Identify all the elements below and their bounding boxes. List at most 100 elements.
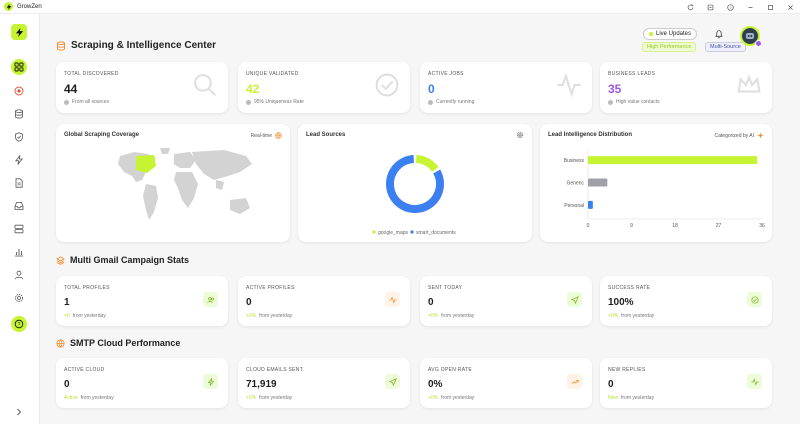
stat-card-active-jobs: ACTIVE JOBS 0 Currently running — [420, 62, 592, 113]
card-label: ACTIVE CLOUD — [64, 367, 105, 373]
performance-badge: High Performance — [642, 42, 697, 52]
card-change: +0% — [608, 313, 619, 319]
app-logo-icon — [4, 2, 13, 11]
send-icon — [385, 374, 400, 389]
card-label: TOTAL PROFILES — [64, 285, 110, 291]
gmail-section-title-text: Multi Gmail Campaign Stats — [70, 255, 190, 265]
card-label: NEW REPLIES — [608, 367, 646, 373]
card-label: CLOUD EMAILS SENT — [246, 367, 304, 373]
card-sub: from yesterday — [80, 395, 114, 401]
expand-chevron-icon[interactable] — [10, 403, 28, 421]
card-value: 0 — [64, 379, 70, 390]
close-button[interactable] — [780, 0, 800, 14]
pulse-watermark-icon — [557, 72, 581, 98]
title-bar: GrowZen ? — [0, 0, 800, 14]
lightning-icon[interactable] — [10, 151, 28, 169]
card-value: 0% — [428, 379, 443, 390]
analytics-icon[interactable] — [10, 243, 28, 261]
server-icon[interactable] — [10, 220, 28, 238]
card-change: +0% — [428, 313, 439, 319]
stat-card-business-leads: BUSINESS LEADS 35 High value contacts — [600, 62, 772, 113]
maximize-button[interactable] — [760, 0, 780, 14]
card-change: +0% — [246, 395, 257, 401]
check-circle-icon — [747, 292, 762, 307]
bar-Personal[interactable] — [588, 200, 593, 209]
help-circle-icon[interactable]: ? — [11, 316, 27, 332]
stat-value: 42 — [246, 82, 260, 96]
trending-up-icon — [567, 374, 582, 389]
card-label: ACTIVE PROFILES — [246, 285, 295, 291]
donut-slice-google_maps[interactable] — [415, 155, 439, 172]
gmail-section-title: Multi Gmail Campaign Stats — [56, 255, 189, 265]
x-tick-label: 27 — [716, 223, 722, 229]
stat-value: 0 — [428, 82, 435, 96]
card-label: SENT TODAY — [428, 285, 463, 291]
user-icon[interactable] — [10, 266, 28, 284]
category-label: Business — [564, 158, 585, 164]
stat-label: ACTIVE JOBS — [428, 71, 464, 77]
settings-icon[interactable] — [10, 289, 28, 307]
coverage-title: Global Scraping Coverage — [64, 132, 140, 138]
dashboard-icon[interactable] — [11, 59, 27, 75]
card-sub: from yesterday — [621, 313, 655, 319]
help-icon[interactable]: ? — [720, 0, 740, 14]
card-sub: from yesterday — [621, 395, 655, 401]
crown-watermark-icon — [737, 74, 761, 93]
x-tick-label: 9 — [630, 223, 633, 229]
stat-card-total-discovered: TOTAL DISCOVERED 44 From all sources — [56, 62, 228, 113]
category-label: Generic — [566, 181, 584, 187]
realtime-label: Real-time — [250, 132, 272, 139]
shield-icon[interactable] — [10, 128, 28, 146]
minimize-button[interactable] — [740, 0, 760, 14]
svg-text:?: ? — [729, 5, 731, 9]
card-change: +0 — [64, 313, 70, 319]
status-badge — [755, 40, 762, 47]
category-label: Personal — [564, 203, 584, 209]
star-icon — [608, 99, 613, 105]
card-value: 0 — [246, 297, 252, 308]
brand-logo-icon[interactable] — [11, 24, 27, 40]
stat-sub: Currently running — [436, 99, 475, 105]
database-icon[interactable] — [10, 105, 28, 123]
refresh-icon[interactable] — [680, 0, 700, 14]
live-dot-icon — [649, 32, 653, 36]
activity-icon — [747, 374, 762, 389]
target-icon[interactable] — [10, 82, 28, 100]
pulse-icon — [385, 292, 400, 307]
card-change: +0% — [428, 395, 439, 401]
bar-Business[interactable] — [588, 156, 758, 165]
stat-sub: High value contacts — [616, 99, 660, 105]
gmail-card-sent-today: SENT TODAY 0 +0% from yesterday — [420, 276, 592, 326]
x-tick-label: 18 — [672, 223, 678, 229]
bar-Generic[interactable] — [588, 178, 608, 187]
card-sub: from yesterday — [72, 313, 106, 319]
check-icon — [246, 99, 251, 105]
database-title-icon — [57, 40, 65, 51]
gmail-card-total-profiles: TOTAL PROFILES 1 +0 from yesterday — [56, 276, 228, 326]
gmail-card-success-rate: SUCCESS RATE 100% +0% from yesterday — [600, 276, 772, 326]
card-sub: from yesterday — [441, 313, 475, 319]
live-updates-toggle[interactable]: Live Updates — [643, 28, 698, 40]
main-content: Scraping & Intelligence Center Live Upda… — [40, 14, 800, 424]
source-badge: Multi-Source — [705, 42, 746, 52]
legend-marker — [410, 230, 414, 234]
card-sub: from yesterday — [441, 395, 475, 401]
document-icon[interactable] — [10, 174, 28, 192]
legend-label: google_maps — [378, 230, 409, 236]
coverage-panel: Global Scraping Coverage Real-time — [56, 124, 290, 242]
gmail-card-active-profiles: ACTIVE PROFILES 0 +0% from yesterday — [238, 276, 410, 326]
world-map — [118, 148, 252, 220]
globe-icon — [64, 99, 69, 105]
bell-icon[interactable] — [714, 29, 724, 39]
inbox-icon[interactable] — [10, 197, 28, 215]
sync-icon[interactable] — [700, 0, 720, 14]
lightning-icon — [203, 374, 218, 389]
x-tick-label: 36 — [759, 223, 765, 229]
card-value: 0 — [428, 297, 434, 308]
robot-avatar-icon — [746, 33, 754, 39]
activity-icon — [428, 99, 433, 105]
page-title-text: Scraping & Intelligence Center — [71, 40, 217, 51]
stat-label: TOTAL DISCOVERED — [64, 71, 119, 77]
smtp-section-title-text: SMTP Cloud Performance — [70, 338, 181, 348]
smtp-card-cloud-emails-sent: CLOUD EMAILS SENT 71,919 +0% from yesterd… — [238, 358, 410, 408]
